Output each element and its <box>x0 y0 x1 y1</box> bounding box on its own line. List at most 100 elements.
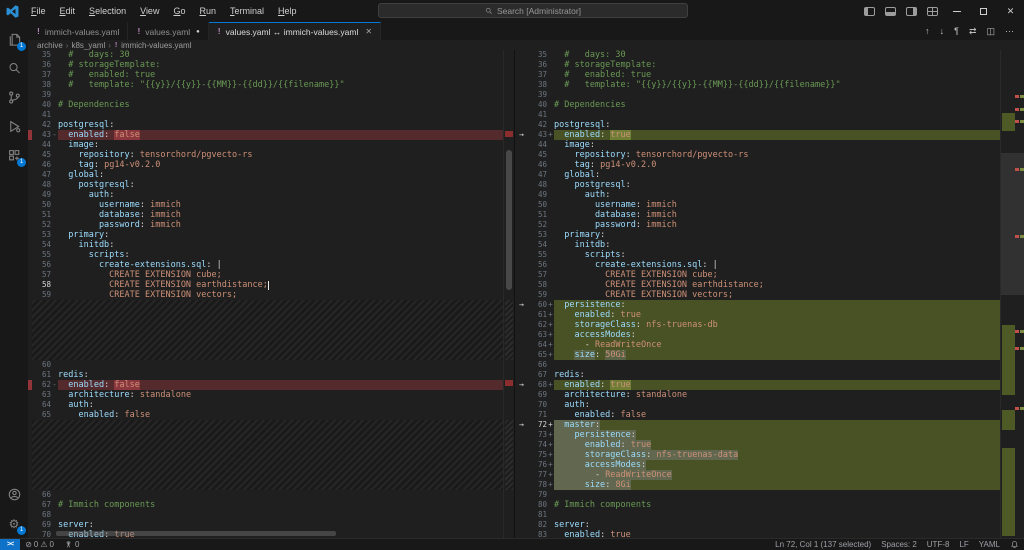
line-number[interactable]: 71 <box>528 410 547 420</box>
swap-sides-icon[interactable]: ⇄ <box>969 22 977 40</box>
code-line[interactable]: 44 image: <box>28 140 514 150</box>
sidebar-item-search[interactable] <box>0 54 28 83</box>
code-line[interactable]: 63+ accessModes: <box>515 330 1000 340</box>
code-line[interactable]: 54 initdb: <box>28 240 514 250</box>
code-line[interactable]: 69server: <box>28 520 514 530</box>
code-line[interactable]: 46 tag: pg14-v0.2.0 <box>515 160 1000 170</box>
line-number[interactable]: 42 <box>32 120 51 130</box>
code-line[interactable]: 77+ - ReadWriteOnce <box>515 470 1000 480</box>
line-number[interactable]: 82 <box>528 520 547 530</box>
line-number[interactable]: 35 <box>528 50 547 60</box>
line-number[interactable]: 49 <box>528 190 547 200</box>
code-line[interactable]: 45 repository: tensorchord/pgvecto-rs <box>28 150 514 160</box>
revert-change-icon[interactable]: → <box>515 420 528 430</box>
code-line[interactable]: 55 scripts: <box>515 250 1000 260</box>
toggle-whitespace-icon[interactable]: ¶ <box>954 22 959 40</box>
line-number[interactable]: 57 <box>32 270 51 280</box>
line-number[interactable]: 64 <box>32 400 51 410</box>
code-line[interactable]: 71 enabled: false <box>515 410 1000 420</box>
line-number[interactable]: 58 <box>528 280 547 290</box>
line-number[interactable]: 51 <box>528 210 547 220</box>
line-number[interactable]: 61 <box>32 370 51 380</box>
code-line[interactable]: 52 password: immich <box>515 220 1000 230</box>
diff-modified-pane[interactable]: 35 # days: 3036 # storageTemplate:37 # e… <box>515 50 1000 538</box>
menu-run[interactable]: Run <box>192 0 223 22</box>
line-number[interactable]: 37 <box>32 70 51 80</box>
code-line[interactable]: 51 database: immich <box>28 210 514 220</box>
line-number[interactable]: 45 <box>32 150 51 160</box>
line-number[interactable]: 49 <box>32 190 51 200</box>
menu-edit[interactable]: Edit <box>53 0 83 22</box>
code-line[interactable]: 40# Dependencies <box>515 100 1000 110</box>
code-line[interactable]: 64 auth: <box>28 400 514 410</box>
code-line[interactable]: 45 repository: tensorchord/pgvecto-rs <box>515 150 1000 160</box>
line-number[interactable]: 38 <box>32 80 51 90</box>
code-line[interactable]: 38 # template: "{{y}}/{{y}}-{{MM}}-{{dd}… <box>515 80 1000 90</box>
command-center-search[interactable]: Search [Administrator] <box>378 3 688 18</box>
line-number[interactable]: 42 <box>528 120 547 130</box>
line-number[interactable]: 40 <box>32 100 51 110</box>
line-number[interactable]: 61 <box>528 310 547 320</box>
line-number[interactable]: 63 <box>32 390 51 400</box>
restore-button[interactable] <box>970 0 997 22</box>
diff-original-pane[interactable]: 35 # days: 3036 # storageTemplate:37 # e… <box>28 50 514 538</box>
line-number[interactable]: 54 <box>32 240 51 250</box>
code-line[interactable]: 65 enabled: false <box>28 410 514 420</box>
ports-status[interactable]: 0 <box>59 539 84 550</box>
line-number[interactable]: 39 <box>32 90 51 100</box>
line-number[interactable]: 66 <box>528 360 547 370</box>
code-line[interactable]: 74+ enabled: true <box>515 440 1000 450</box>
code-line[interactable]: 57 CREATE EXTENSION cube; <box>28 270 514 280</box>
line-number[interactable]: 69 <box>528 390 547 400</box>
line-number[interactable]: 55 <box>32 250 51 260</box>
menu-go[interactable]: Go <box>166 0 192 22</box>
code-line[interactable]: 80# Immich components <box>515 500 1000 510</box>
line-number[interactable]: 70 <box>32 530 51 538</box>
code-line[interactable]: 64+ - ReadWriteOnce <box>515 340 1000 350</box>
line-number[interactable]: 53 <box>528 230 547 240</box>
revert-change-icon[interactable]: → <box>515 130 528 140</box>
line-number[interactable]: 77 <box>528 470 547 480</box>
code-line[interactable]: 51 database: immich <box>515 210 1000 220</box>
code-line[interactable]: 53 primary: <box>28 230 514 240</box>
code-line[interactable]: 75+ storageClass: nfs-truenas-data <box>515 450 1000 460</box>
line-number[interactable]: 44 <box>528 140 547 150</box>
line-number[interactable]: 39 <box>528 90 547 100</box>
code-line[interactable]: 47 global: <box>28 170 514 180</box>
line-number[interactable]: 46 <box>32 160 51 170</box>
tab-3[interactable]: !values.yaml ↔ immich-values.yaml✕ <box>209 22 381 40</box>
line-number[interactable]: 62 <box>528 320 547 330</box>
line-number[interactable]: 41 <box>32 110 51 120</box>
line-number[interactable]: 66 <box>32 490 51 500</box>
sidebar-item-run-debug[interactable] <box>0 112 28 141</box>
notifications-button[interactable] <box>1005 539 1024 550</box>
code-line[interactable]: 40# Dependencies <box>28 100 514 110</box>
code-line[interactable]: 83 enabled: true <box>515 530 1000 538</box>
code-line[interactable]: 54 initdb: <box>515 240 1000 250</box>
tab-1[interactable]: !immich-values.yaml <box>28 22 128 40</box>
line-number[interactable]: 46 <box>528 160 547 170</box>
line-number[interactable]: 52 <box>32 220 51 230</box>
code-line[interactable]: 42postgresql: <box>515 120 1000 130</box>
code-line[interactable]: 48 postgresql: <box>515 180 1000 190</box>
toggle-panel-icon[interactable] <box>885 7 896 16</box>
code-line[interactable]: 41 <box>515 110 1000 120</box>
encoding[interactable]: UTF-8 <box>922 539 955 550</box>
code-line[interactable]: 42postgresql: <box>28 120 514 130</box>
breadcrumb-item[interactable]: archive <box>37 41 63 50</box>
code-line[interactable]: 56 create-extensions.sql: | <box>515 260 1000 270</box>
line-number[interactable]: 78 <box>528 480 547 490</box>
code-line[interactable]: 62- enabled: false <box>28 380 514 390</box>
accounts-button[interactable] <box>0 480 28 509</box>
split-editor-icon[interactable]: ◫ <box>986 22 995 40</box>
code-line[interactable]: 36 # storageTemplate: <box>28 60 514 70</box>
code-line[interactable]: →72+ master: <box>515 420 1000 430</box>
code-line[interactable]: 67redis: <box>515 370 1000 380</box>
code-line[interactable]: 36 # storageTemplate: <box>515 60 1000 70</box>
toggle-secondary-sidebar-icon[interactable] <box>906 7 917 16</box>
cursor-position[interactable]: Ln 72, Col 1 (137 selected) <box>770 539 876 550</box>
code-line[interactable]: 61redis: <box>28 370 514 380</box>
line-number[interactable]: 36 <box>32 60 51 70</box>
more-actions-icon[interactable]: ⋯ <box>1005 22 1014 40</box>
line-number[interactable]: 67 <box>32 500 51 510</box>
